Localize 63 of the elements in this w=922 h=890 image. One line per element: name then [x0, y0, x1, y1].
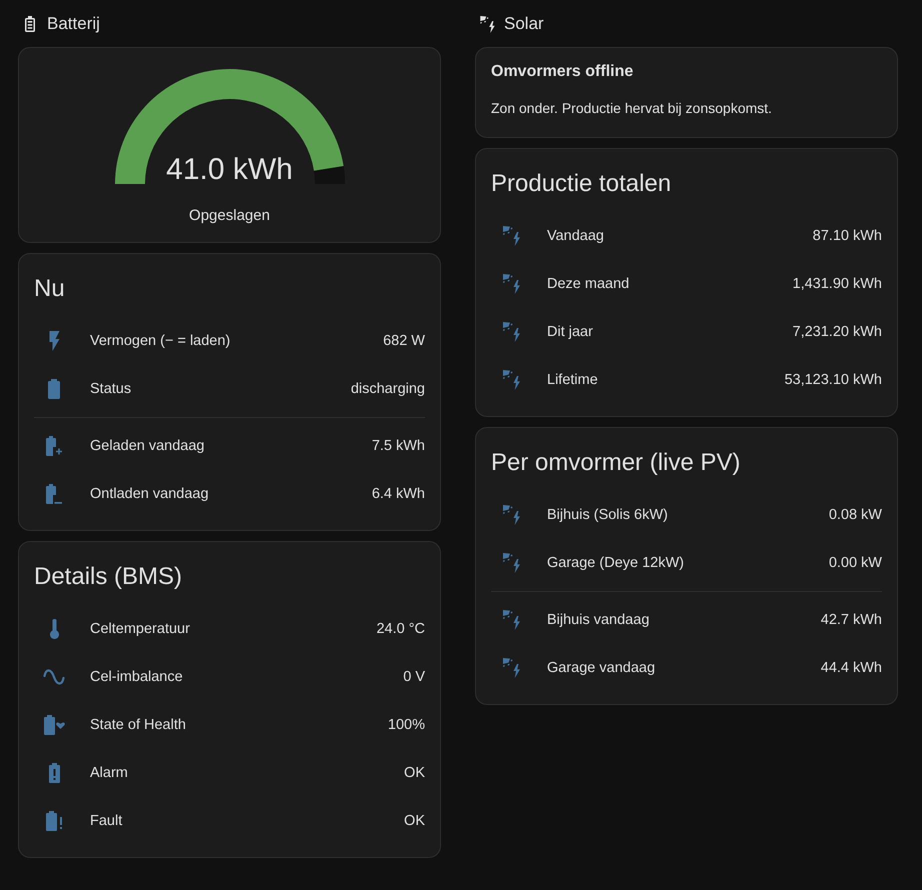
- entity-label: Celtemperatuur: [90, 620, 191, 639]
- card-heading: Omvormers offline: [491, 62, 634, 82]
- entity-value: 682 W: [383, 332, 425, 351]
- gauge-value: 41.0 kWh: [166, 152, 293, 188]
- solar-panel-bolt-icon: [480, 16, 494, 32]
- entity-value: 42.7 kWh: [820, 611, 882, 630]
- entity-label: Garage vandaag: [547, 659, 656, 678]
- entity-label: State of Health: [90, 716, 187, 735]
- entity-value: 0.08 kW: [828, 506, 882, 525]
- entity-label: Dit jaar: [547, 323, 594, 342]
- battery-minus-icon: [46, 484, 62, 504]
- lightning-bolt-icon: [48, 331, 60, 351]
- entity-value: 24.0 °C: [376, 620, 425, 639]
- entity-value: OK: [404, 764, 425, 783]
- entity-value: 0.00 kW: [828, 554, 882, 573]
- sine-wave-icon: [43, 668, 65, 686]
- battery-icon: [25, 16, 35, 32]
- card-title: Per omvormer (live PV): [491, 448, 742, 478]
- solar-panel-bolt-icon: [502, 505, 520, 525]
- card-title: Details (BMS): [34, 562, 184, 592]
- section-title: Batterij: [47, 13, 100, 35]
- entity-label: Cel-imbalance: [90, 668, 184, 687]
- entity-value: 87.10 kWh: [812, 227, 882, 246]
- solar-panel-bolt-icon: [502, 658, 520, 678]
- entity-value: 7.5 kWh: [372, 437, 425, 456]
- card-title: Productie totalen: [491, 169, 672, 199]
- entity-value: 0 V: [403, 668, 425, 687]
- solar-panel-bolt-icon: [502, 610, 520, 630]
- entity-label: Vandaag: [547, 227, 605, 246]
- entity-value: discharging: [350, 380, 425, 399]
- battery-icon: [48, 379, 60, 399]
- entity-label: Alarm: [90, 764, 129, 783]
- entity-label: Deze maand: [547, 275, 630, 294]
- entity-label: Garage (Deye 12kW): [547, 554, 685, 573]
- battery-plus-icon: [46, 436, 62, 456]
- battery-heart-icon: [44, 715, 64, 735]
- card-title: Nu: [34, 274, 66, 304]
- solar-panel-bolt-icon: [502, 553, 520, 573]
- solar-panel-bolt-icon: [502, 322, 520, 342]
- solar-panel-bolt-icon: [502, 370, 520, 390]
- entity-label: Lifetime: [547, 371, 599, 390]
- entity-label: Bijhuis vandaag: [547, 611, 650, 630]
- solar-panel-bolt-icon: [502, 274, 520, 294]
- battery-exclamation-icon: [46, 811, 62, 831]
- entity-value: 53,123.10 kWh: [784, 371, 882, 390]
- entity-label: Bijhuis (Solis 6kW): [547, 506, 669, 525]
- entity-value: 1,431.90 kWh: [792, 275, 882, 294]
- section-title: Solar: [504, 13, 544, 35]
- battery-alert-icon: [48, 763, 60, 783]
- entity-label: Status: [90, 380, 132, 399]
- entity-value: OK: [404, 812, 425, 831]
- entity-label: Ontladen vandaag: [90, 485, 210, 504]
- thermometer-icon: [50, 619, 58, 639]
- card-text: Zon onder. Productie hervat bij zonsopkomst.: [491, 99, 773, 118]
- entity-label: Fault: [90, 812, 124, 831]
- entity-value: 44.4 kWh: [820, 659, 882, 678]
- entity-value: 6.4 kWh: [372, 485, 425, 504]
- gauge-label: Opgeslagen: [189, 206, 270, 226]
- entity-label: Geladen vandaag: [90, 437, 206, 456]
- solar-panel-bolt-icon: [502, 226, 520, 246]
- entity-value: 100%: [388, 716, 425, 735]
- entity-value: 7,231.20 kWh: [792, 323, 882, 342]
- entity-label: Vermogen (− = laden): [90, 332, 232, 351]
